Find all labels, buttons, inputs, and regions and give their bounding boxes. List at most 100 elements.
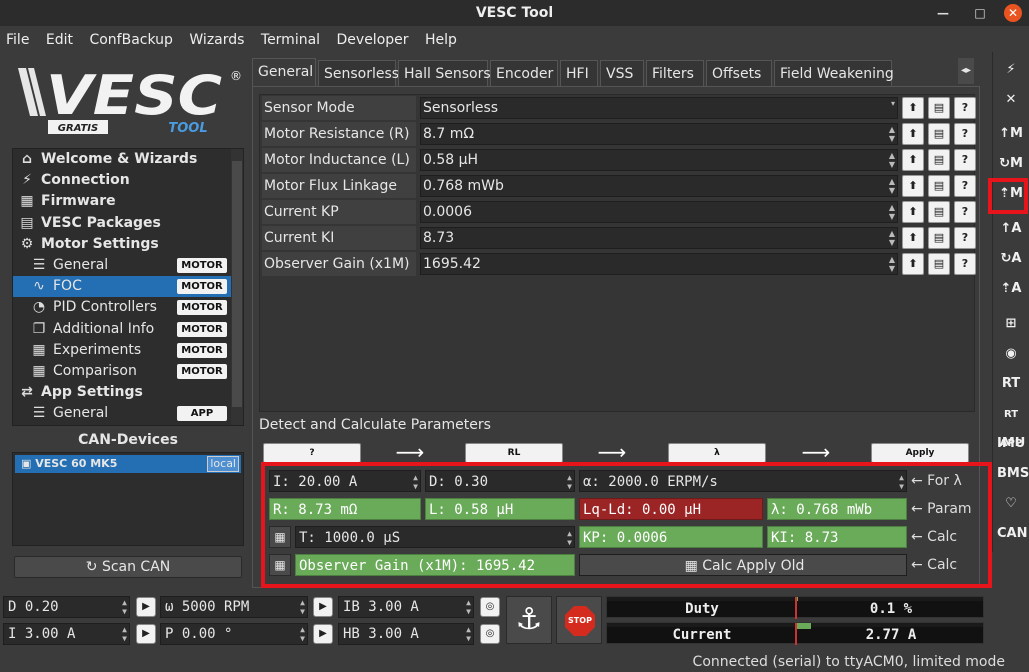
nav-item-firmware[interactable]: ▦ Firmware bbox=[13, 191, 243, 212]
nav-scrollbar[interactable] bbox=[231, 149, 243, 425]
upload-icon[interactable]: ⬆ bbox=[902, 97, 924, 119]
param-value-input[interactable]: 8.73 ▲ ▼ bbox=[420, 227, 898, 249]
nav-list[interactable]: ⌂ Welcome & Wizards ⚡ Connection ▦ Firmware ▤ V… bbox=[12, 148, 244, 426]
toolbar-rt-button[interactable]: RT bbox=[997, 370, 1025, 398]
param-value-input[interactable]: Sensorless ▾ bbox=[420, 97, 898, 119]
toolbar--a-button[interactable]: ↻A bbox=[997, 245, 1025, 273]
duty-play-button[interactable]: ▶ bbox=[136, 597, 156, 617]
nav-item-vesc-packages[interactable]: ▤ VESC Packages bbox=[13, 213, 243, 234]
brake-current-input[interactable]: IB 3.00 A ▲ ▼ bbox=[338, 596, 474, 618]
calc-kp-ki-button[interactable]: ▦ bbox=[269, 526, 291, 548]
toolbar--m-button[interactable]: ↻M bbox=[997, 150, 1025, 178]
read-default-icon[interactable]: ▤ bbox=[928, 97, 950, 119]
toolbar-rt-app-button[interactable]: RT APP bbox=[997, 400, 1025, 449]
current-input[interactable]: I 3.00 A ▲ ▼ bbox=[3, 623, 130, 645]
read-default-icon[interactable]: ▤ bbox=[928, 175, 950, 197]
tab-encoder[interactable]: Encoder bbox=[490, 60, 558, 86]
upload-icon[interactable]: ⬆ bbox=[902, 175, 924, 197]
toolbar--a-button[interactable]: ⇡A bbox=[997, 275, 1025, 303]
calc-observer-gain-button[interactable]: ▦ bbox=[269, 554, 291, 576]
toolbar--m-button[interactable]: ↑M bbox=[997, 120, 1025, 148]
upload-icon[interactable]: ⬆ bbox=[902, 227, 924, 249]
tab-field-weakening[interactable]: Field Weakening bbox=[774, 60, 894, 86]
tab-filters[interactable]: Filters bbox=[646, 60, 704, 86]
detect-current-input[interactable]: I: 20.00 A ▲ ▼ bbox=[269, 470, 421, 492]
read-default-icon[interactable]: ▤ bbox=[928, 123, 950, 145]
menu-wizards[interactable]: Wizards bbox=[183, 28, 250, 52]
upload-icon[interactable]: ⬆ bbox=[902, 123, 924, 145]
help-icon[interactable]: ? bbox=[954, 253, 976, 275]
detect-rl-button[interactable]: RL bbox=[465, 443, 563, 463]
nav-item-comparison[interactable]: ▦ Comparison MOTOR bbox=[13, 361, 243, 382]
network-button[interactable]: ⊞ bbox=[997, 310, 1025, 338]
current-play-button[interactable]: ▶ bbox=[136, 624, 156, 644]
param-value-input[interactable]: 1695.42 ▲ ▼ bbox=[420, 253, 898, 275]
read-default-icon[interactable]: ▤ bbox=[928, 149, 950, 171]
tab-general[interactable]: General bbox=[252, 58, 316, 86]
tab-hall-sensors[interactable]: Hall Sensors bbox=[398, 60, 491, 86]
handbrake-play-button[interactable]: ◎ bbox=[480, 624, 500, 644]
plug-button[interactable]: ⚡ bbox=[997, 56, 1025, 84]
read-default-icon[interactable]: ▤ bbox=[928, 201, 950, 223]
detect-help-button[interactable]: ? bbox=[263, 443, 361, 463]
rpm-play-button[interactable]: ▶ bbox=[313, 597, 333, 617]
menu-edit[interactable]: Edit bbox=[40, 28, 79, 52]
unplug-button[interactable]: ✕ bbox=[997, 86, 1025, 114]
stop-button[interactable]: STOP bbox=[556, 596, 602, 644]
nav-item-general[interactable]: ☰ General MOTOR bbox=[13, 255, 243, 276]
menu-file[interactable]: File bbox=[0, 28, 35, 52]
time-constant-input[interactable]: T: 1000.0 µS ▲ ▼ bbox=[295, 526, 575, 548]
help-icon[interactable]: ? bbox=[954, 97, 976, 119]
tab-scroll-arrows[interactable]: ◂▸ bbox=[958, 58, 974, 84]
nav-item-foc[interactable]: ∿ FOC MOTOR bbox=[13, 276, 243, 298]
param-value-input[interactable]: 0.768 mWb ▲ ▼ bbox=[420, 175, 898, 197]
tab-vss[interactable]: VSS bbox=[600, 60, 644, 86]
toolbar--a-button[interactable]: ↑A bbox=[997, 215, 1025, 243]
calc-apply-old-button[interactable]: ▦ Calc Apply Old bbox=[579, 554, 907, 576]
tab-sensorless[interactable]: Sensorless bbox=[318, 60, 399, 86]
menu-help[interactable]: Help bbox=[419, 28, 463, 52]
nav-item-pid-controllers[interactable]: ◔ PID Controllers MOTOR bbox=[13, 297, 243, 318]
can-device-list[interactable]: ▣ VESC 60 MK5 local bbox=[12, 452, 244, 546]
can-device-item[interactable]: ▣ VESC 60 MK5 local bbox=[15, 455, 241, 473]
upload-icon[interactable]: ⬆ bbox=[902, 253, 924, 275]
toolbar-bms-button[interactable]: BMS bbox=[997, 460, 1029, 488]
nav-item-welcome-wizards[interactable]: ⌂ Welcome & Wizards bbox=[13, 149, 243, 170]
nav-item-additional-info[interactable]: ❐ Additional Info MOTOR bbox=[13, 319, 243, 340]
anchor-button[interactable]: ⚓ bbox=[506, 596, 552, 644]
read-default-icon[interactable]: ▤ bbox=[928, 253, 950, 275]
brake-play-button[interactable]: ◎ bbox=[480, 597, 500, 617]
toolbar-can-button[interactable]: CAN bbox=[997, 520, 1027, 548]
nav-item-connection[interactable]: ⚡ Connection bbox=[13, 170, 243, 191]
duty-input[interactable]: D 0.20 ▲ ▼ bbox=[3, 596, 130, 618]
maximize-icon[interactable]: □ bbox=[971, 4, 989, 22]
help-icon[interactable]: ? bbox=[954, 123, 976, 145]
menu-terminal[interactable]: Terminal bbox=[255, 28, 326, 52]
detect-lambda-button[interactable]: λ bbox=[668, 443, 766, 463]
help-icon[interactable]: ? bbox=[954, 149, 976, 171]
tab-hfi[interactable]: HFI bbox=[560, 60, 598, 86]
scan-can-button[interactable]: ↻ Scan CAN bbox=[14, 556, 242, 578]
detect-erpm-input[interactable]: α: 2000.0 ERPM/s ▲ ▼ bbox=[579, 470, 907, 492]
read-default-icon[interactable]: ▤ bbox=[928, 227, 950, 249]
detect-apply-button[interactable]: Apply bbox=[871, 443, 969, 463]
help-icon[interactable]: ? bbox=[954, 175, 976, 197]
nav-item-experiments[interactable]: ▦ Experiments MOTOR bbox=[13, 340, 243, 361]
detect-duty-input[interactable]: D: 0.30 ▲ ▼ bbox=[425, 470, 575, 492]
position-input[interactable]: P 0.00 ° ▲ ▼ bbox=[160, 623, 308, 645]
help-icon[interactable]: ? bbox=[954, 201, 976, 223]
nav-item-app-settings[interactable]: ⇄ App Settings bbox=[13, 382, 243, 403]
nav-item-motor-settings[interactable]: ⚙ Motor Settings bbox=[13, 234, 243, 255]
toolbar-imu-button[interactable]: IMU bbox=[997, 430, 1025, 458]
help-icon[interactable]: ? bbox=[954, 227, 976, 249]
upload-icon[interactable]: ⬆ bbox=[902, 201, 924, 223]
nav-item-general[interactable]: ☰ General APP bbox=[13, 403, 243, 424]
tab-offsets[interactable]: Offsets bbox=[706, 60, 772, 86]
handbrake-input[interactable]: HB 3.00 A ▲ ▼ bbox=[338, 623, 474, 645]
param-value-input[interactable]: 0.58 µH ▲ ▼ bbox=[420, 149, 898, 171]
menu-confbackup[interactable]: ConfBackup bbox=[83, 28, 178, 52]
menu-developer[interactable]: Developer bbox=[331, 28, 415, 52]
gamepad-button[interactable]: ◉ bbox=[997, 340, 1025, 368]
close-icon[interactable]: ✕ bbox=[1004, 4, 1022, 22]
minimize-icon[interactable]: — bbox=[934, 4, 952, 22]
